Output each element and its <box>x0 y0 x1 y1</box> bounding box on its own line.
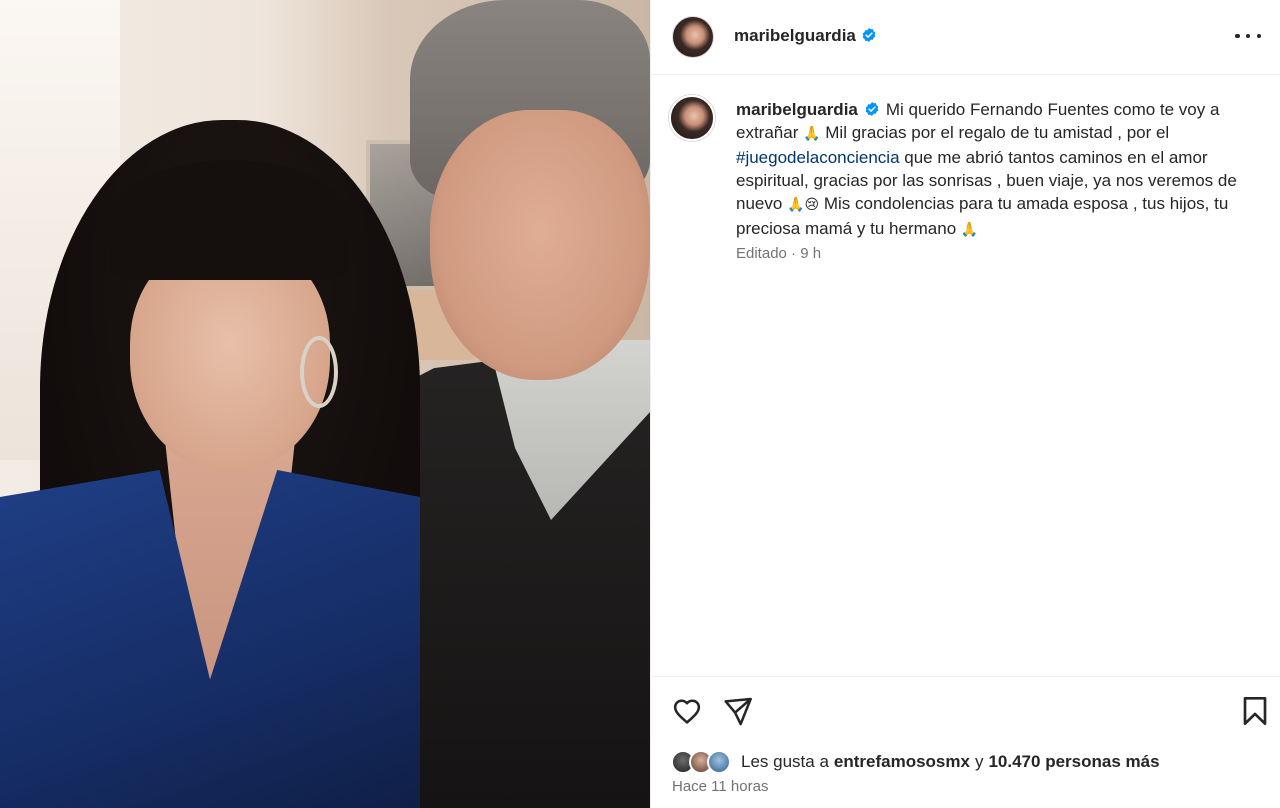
caption-section: maribelguardia Mi querido Fernando Fuent… <box>651 76 1280 676</box>
caption-author-avatar[interactable] <box>669 95 715 141</box>
first-liker-username[interactable]: entrefamososmx <box>834 752 970 772</box>
post-actions: Les gusta a entrefamososmx y 10.470 pers… <box>651 676 1280 808</box>
caption-meta: Editado · 9 h <box>736 245 822 262</box>
author-avatar[interactable] <box>672 16 714 58</box>
photo-earring <box>300 336 338 408</box>
bookmark-icon[interactable] <box>1239 695 1271 727</box>
caption-text-part: Mil gracias por el regalo de tu amistad … <box>820 123 1170 142</box>
hashtag-link[interactable]: #juegodelaconciencia <box>736 148 900 167</box>
heart-icon[interactable] <box>671 695 703 727</box>
author-username[interactable]: maribelguardia <box>734 26 856 45</box>
more-dot <box>1256 33 1261 39</box>
verified-badge-icon <box>862 28 876 42</box>
verified-badge-icon <box>865 102 879 116</box>
post-caption: maribelguardia Mi querido Fernando Fuent… <box>736 98 1256 242</box>
author-username-row: maribelguardia <box>734 26 877 46</box>
praying-hands-emoji: 🙏 <box>787 197 805 213</box>
photo-woman-bangs <box>110 160 350 280</box>
liker-avatar <box>707 750 731 774</box>
likes-conjunction: y <box>974 752 984 771</box>
more-dot <box>1235 33 1240 39</box>
crying-face-emoji: 😢 <box>804 197 820 213</box>
more-options-icon[interactable] <box>1235 26 1261 46</box>
post-header: maribelguardia <box>651 0 1280 75</box>
post-side-panel: maribelguardia maribelguardia Mi querido… <box>650 0 1280 808</box>
paper-plane-icon[interactable] <box>722 695 754 727</box>
caption-username[interactable]: maribelguardia <box>736 100 858 119</box>
liker-avatars <box>671 750 737 774</box>
post-timestamp[interactable]: Hace 11 horas <box>672 778 768 795</box>
likes-count[interactable]: 10.470 personas más <box>988 752 1159 772</box>
likes-prefix: Les gusta a <box>741 752 829 771</box>
praying-hands-emoji: 🙏 <box>960 222 979 238</box>
more-dot <box>1245 33 1251 39</box>
praying-hands-emoji: 🙏 <box>803 126 821 142</box>
post-photo[interactable] <box>0 0 650 808</box>
likes-summary[interactable]: Les gusta a entrefamososmx y 10.470 pers… <box>671 749 1160 775</box>
photo-man-face <box>430 110 650 380</box>
